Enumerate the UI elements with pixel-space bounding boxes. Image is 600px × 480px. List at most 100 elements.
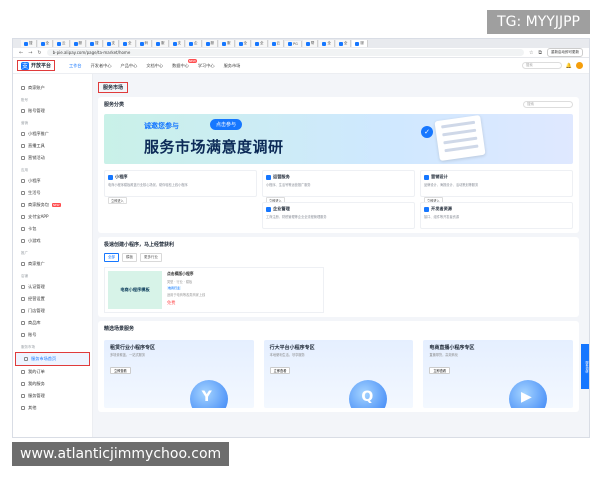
nav-item[interactable]: 学习中心 [198,63,215,69]
browser-tab[interactable]: 服 [70,40,86,47]
service-category-card[interactable]: 小程序 电商小程序模板覆盖行业核心场景，助你轻松上线小程序 立即进入 [104,170,257,204]
browser-tab[interactable]: 服 [219,40,235,47]
zone-subtitle: 多场景覆盖，一站式服务 [110,353,146,357]
featured-zone[interactable]: 租赁行业小程序专区 多场景覆盖，一站式服务 立即查看 Y [104,340,254,408]
sidebar-item[interactable]: 支付宝APP [13,211,92,223]
service-category-card[interactable]: 开发者资源 接口、组件等开发者资源 [420,202,573,229]
sidebar-item-label: 其他 [28,405,37,410]
logo[interactable]: 支 开放平台 [17,60,56,71]
header-search-input[interactable]: 搜索 [521,62,562,69]
sidebar-item[interactable]: 账号管理 [13,105,92,117]
featured-zone[interactable]: 行大平台小程序专区 本地便利生活，尽享服务 立即查看 Q [263,340,414,408]
product-card[interactable]: 电商小程序模板 点击模版小程序 类型 · 行业 · 模板 电商行业 适用于电商等… [104,267,324,313]
sidebar-item[interactable]: 小程序推广 [13,128,92,140]
category-search-input[interactable]: 搜索 [523,101,573,108]
banner-join-button[interactable]: 点击参与 [210,119,243,130]
sidebar-item[interactable]: 商家推广 [13,258,92,270]
browser-tab[interactable]: 服 [352,40,368,47]
category-card: 服务分类 搜索 诚邀您参与 点击参与 服务市场满意度调研 ✓ 小程序 电商小程序模… [98,97,579,233]
browser-tab[interactable]: 云 [54,40,70,47]
nav-item[interactable]: 开发者中心 [91,63,112,69]
avatar[interactable] [576,62,583,69]
sidebar-group-label: 服务市场 [21,345,35,349]
browser-tab[interactable]: 全 [37,40,53,47]
tab-label: 搜 [95,41,99,45]
browser-tab[interactable]: 企 [186,40,202,47]
service-category-card[interactable]: 企业管理 工商注册、财税管理等企业全流程管理服务 [262,202,415,229]
browser-tab[interactable]: 全 [319,40,335,47]
sidebar-item[interactable]: 小游戏 [13,235,92,247]
browser-tab[interactable]: 搜 [21,40,37,47]
sidebar-item[interactable]: 卡包 [13,223,92,235]
browser-tab[interactable]: PG [285,40,302,47]
featured-zone[interactable]: 电商直播小程序专区 直播带货，高效转化 立即查看 ▶ [423,340,573,408]
sidebar-item-label: 商家账户 [28,85,45,90]
survey-float-tab[interactable]: 服务调研 [581,344,589,389]
zone-view-button[interactable]: 立即查看 [110,367,131,374]
zone-subtitle: 本地便利生活，尽享服务 [269,353,305,357]
browser-tab[interactable]: 全 [335,40,352,47]
sidebar-item[interactable]: 小程序 [13,175,92,187]
browser-tab[interactable]: 支 [169,40,185,47]
check-icon: ✓ [421,126,433,138]
zone-glyph: Q [361,389,374,405]
sidebar-item-label: 直播工具 [28,143,45,148]
browser-tab[interactable]: 搜 [87,40,103,47]
filter-tab[interactable]: 模板 [122,253,137,262]
browser-tab[interactable]: 全 [235,40,251,47]
sidebar-item[interactable]: 其他 [13,402,92,414]
reload-icon[interactable]: ↻ [37,50,41,56]
bell-icon[interactable]: 🔔 [566,63,572,69]
back-icon[interactable]: ← [19,50,23,56]
sidebar-item[interactable]: 我的订单 [13,366,92,378]
sidebar-item[interactable]: 经营设置 [13,293,92,305]
sidebar-item[interactable]: 账号 [13,329,92,341]
sidebar-item-label: 生活号 [28,190,41,195]
browser-tab[interactable]: 支 [103,40,119,47]
browser-tab[interactable]: 服 [153,40,169,47]
nav-item[interactable]: 服务市场 [224,63,241,69]
sidebar-item-label: 经营设置 [28,296,45,301]
sidebar-item[interactable]: 服务管理 [13,390,92,402]
service-enter-button[interactable]: 立即进入 [108,197,127,204]
forward-icon[interactable]: → [28,50,32,56]
nav-item[interactable]: 产品中心 [121,63,138,69]
tab-label: 全 [260,41,264,45]
sidebar-item[interactable]: 直播工具 [13,140,92,152]
zone-illustration-icon: ▶ [509,380,547,408]
url-field[interactable]: b-pie.alipay.com/page/ta-market/home [46,49,524,56]
zone-view-button[interactable]: 立即查看 [429,367,451,374]
browser-tab[interactable]: 帮 [302,40,319,47]
sidebar-item[interactable]: 商家服务包 NEW [13,199,92,211]
sidebar-item[interactable]: 生活号 [13,187,92,199]
service-icon [424,206,429,212]
browser-tab[interactable]: 全 [252,40,268,47]
nav-item[interactable]: 文档中心 [146,63,163,69]
browser-tab[interactable]: 蚂 [136,40,152,47]
sidebar-item[interactable]: 门店管理 [13,305,92,317]
service-icon [266,206,271,212]
service-category-card[interactable]: 运营服务 小程序、生活号等运营推广服务 立即进入 [262,170,415,204]
zone-view-button[interactable]: 立即查看 [269,367,291,374]
browser-tab[interactable]: 服 [202,40,218,47]
sidebar-item[interactable]: 商品库 [13,317,92,329]
tab-favicon-icon [255,41,259,46]
filter-tab[interactable]: 全部 [104,253,119,262]
sidebar-item[interactable]: 我的服务 [13,378,92,390]
service-header: 开发者资源 [424,206,569,212]
star-icon[interactable]: ☆ [529,50,533,56]
sidebar-item[interactable]: 商家账户 [13,82,92,94]
sidebar-item[interactable]: 认证管理 [13,281,92,293]
nav-item[interactable]: 数据中心 NEW [172,58,197,69]
sidebar-item[interactable]: 服务市场首页 [15,352,90,366]
filter-tab[interactable]: 更多行业 [140,253,162,262]
update-button[interactable]: 重新启动即可更新 [547,48,583,57]
extension-icon[interactable]: ⧉ [538,50,542,56]
browser-tab[interactable]: 全 [120,40,136,47]
survey-banner[interactable]: 诚邀您参与 点击参与 服务市场满意度调研 ✓ [104,114,573,164]
nav-item[interactable]: 工作台 [69,63,82,69]
sidebar-item[interactable]: 营销活动 [13,152,92,164]
service-category-card[interactable]: 营销设计 品牌设计、海报设计、活动策划等服务 立即进入 [420,170,573,204]
banner-tag: 诚邀您参与 [144,122,179,130]
browser-tab[interactable]: 云 [268,40,284,47]
